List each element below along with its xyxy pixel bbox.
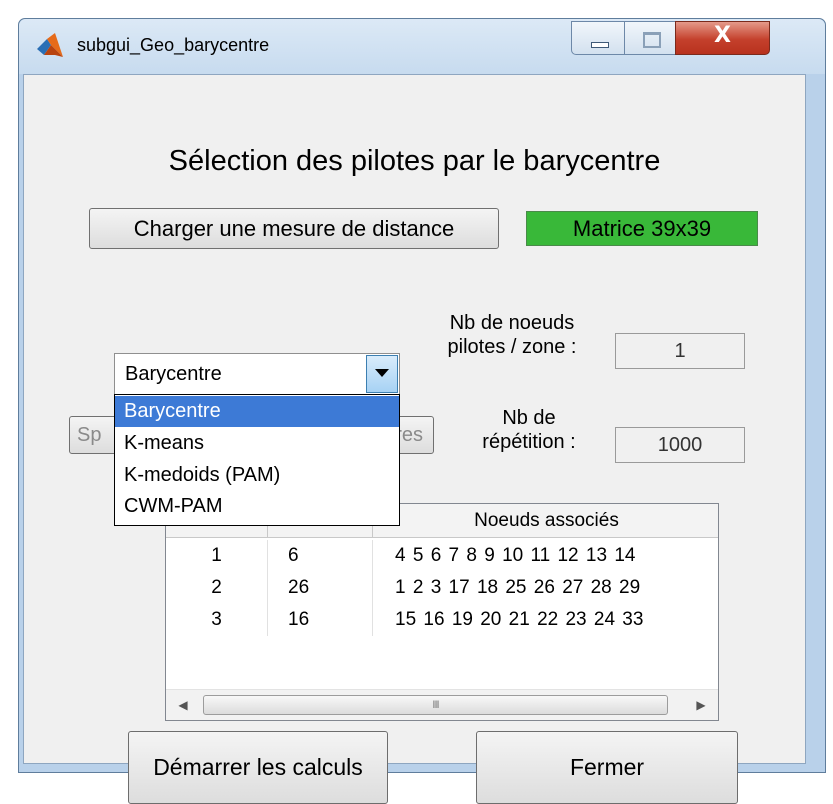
scroll-right-icon[interactable]: ▶ [692, 696, 710, 714]
cell-assoc: 15 16 19 20 21 22 23 24 33 [395, 609, 644, 630]
cell-pilote: 26 [268, 572, 373, 604]
dropdown-option-kmedoids[interactable]: K-medoids (PAM) [115, 460, 399, 491]
cell-pilote: 6 [268, 540, 373, 572]
matlab-logo-icon [37, 33, 63, 57]
title-bar: subgui_Geo_barycentre X [19, 19, 825, 74]
cell-zone: 2 [166, 572, 268, 604]
load-distance-button[interactable]: Charger une mesure de distance [89, 208, 499, 249]
nb-repetitions-label: Nb de répétition : [482, 407, 576, 453]
nb-pilots-field[interactable]: 1 [615, 333, 745, 369]
nb-repetitions-field[interactable]: 1000 [615, 427, 745, 463]
column-header-assoc[interactable]: Noeuds associés [373, 504, 718, 537]
scroll-thumb[interactable]: III [203, 695, 668, 715]
page-title: Sélection des pilotes par le barycentre [168, 145, 661, 177]
results-table[interactable]: Zone Pilote Noeuds associés 1 6 4 5 6 7 … [165, 503, 719, 721]
method-select[interactable]: Barycentre [114, 353, 400, 395]
chevron-down-icon [375, 369, 389, 377]
table-row[interactable]: 2 26 1 2 3 17 18 25 26 27 28 29 [166, 572, 718, 604]
cell-pilote: 16 [268, 604, 373, 636]
window-title: subgui_Geo_barycentre [77, 35, 270, 55]
dropdown-option-barycentre[interactable]: Barycentre [115, 396, 399, 427]
start-calculations-button[interactable]: Démarrer les calculs [128, 731, 388, 804]
cell-assoc: 1 2 3 17 18 25 26 27 28 29 [395, 577, 641, 598]
maximize-button[interactable] [624, 21, 676, 55]
cell-zone: 1 [166, 540, 268, 572]
method-dropdown-list: Barycentre K-means K-medoids (PAM) CWM-P… [114, 394, 400, 526]
method-selected-value: Barycentre [125, 363, 222, 385]
table-row[interactable]: 3 16 15 16 19 20 21 22 23 24 33 [166, 604, 718, 636]
table-row[interactable]: 1 6 4 5 6 7 8 9 10 11 12 13 14 [166, 540, 718, 572]
minimize-button[interactable] [571, 21, 625, 55]
horizontal-scrollbar[interactable]: ◀ III ▶ [166, 689, 718, 720]
matrix-status-badge: Matrice 39x39 [526, 211, 758, 246]
nb-pilots-label: Nb de noeuds pilotes / zone : [447, 312, 577, 358]
scroll-left-icon[interactable]: ◀ [174, 696, 192, 714]
close-window-button[interactable]: X [675, 21, 770, 55]
dropdown-option-cwm-pam[interactable]: CWM-PAM [115, 491, 399, 522]
close-icon: X [714, 23, 731, 48]
dropdown-toggle[interactable] [366, 355, 398, 393]
dropdown-option-kmeans[interactable]: K-means [115, 428, 399, 459]
close-button[interactable]: Fermer [476, 731, 738, 804]
cell-assoc: 4 5 6 7 8 9 10 11 12 13 14 [395, 545, 636, 566]
app-window: subgui_Geo_barycentre X Sélection des pi… [18, 18, 826, 804]
cell-zone: 3 [166, 604, 268, 636]
client-area: Sélection des pilotes par le barycentre … [23, 74, 806, 804]
